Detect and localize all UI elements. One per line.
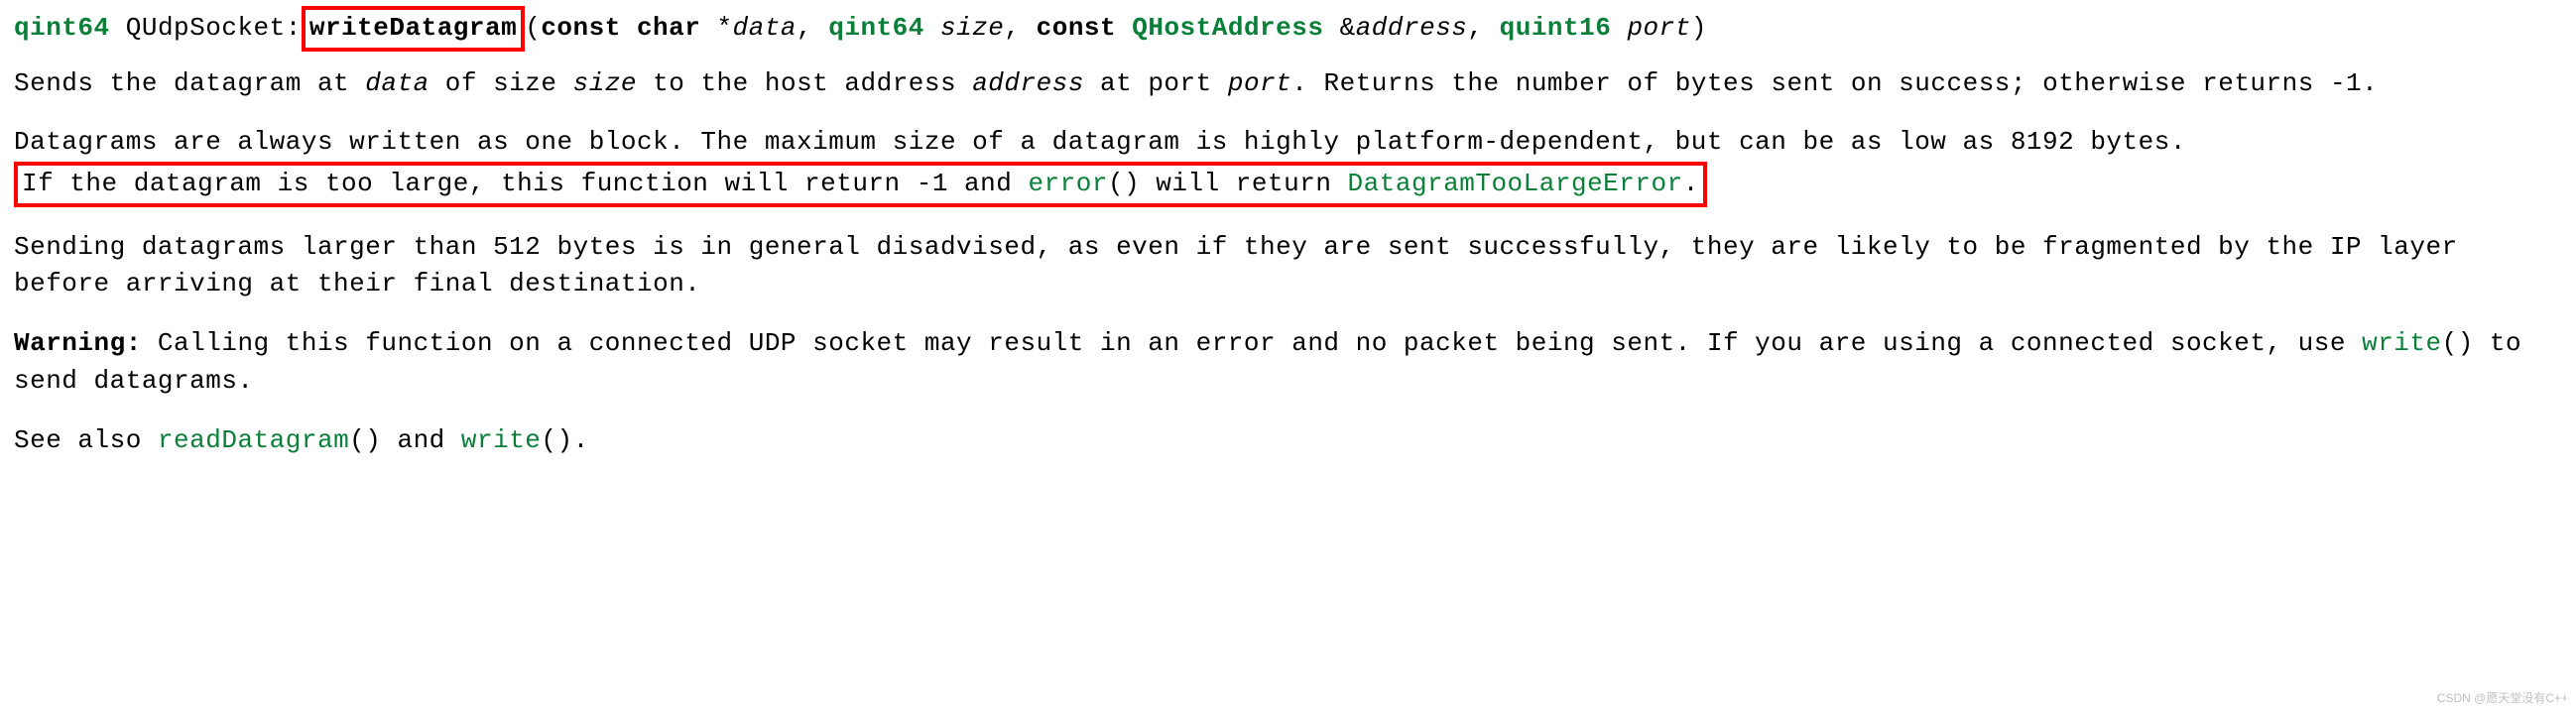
text: (). [541,425,588,455]
const-kw-1: const [541,13,621,43]
para-3: Sending datagrams larger than 512 bytes … [14,229,2562,303]
text: . Returns the number of bytes sent on su… [1291,68,2378,98]
para-4-warning: Warning: Calling this function on a conn… [14,325,2562,400]
ptr-op: * [716,13,732,43]
write-link-2[interactable]: write [461,425,542,455]
watermark: CSDN @愿天堂没有C++ [2437,690,2568,707]
param2-type: qint64 [828,13,924,43]
param3-name: address [1356,13,1468,43]
para-1: Sends the datagram at data of size size … [14,65,2562,103]
readdatagram-link[interactable]: readDatagram [158,425,349,455]
param-size: size [573,68,637,98]
const-kw-2: const [1037,13,1117,43]
para-5-see-also: See also readDatagram() and write(). [14,422,2562,460]
text: See also [14,425,158,455]
write-link-1[interactable]: write [2362,328,2442,358]
text: Datagrams are always written as one bloc… [14,127,2186,157]
paren-open: ( [525,13,541,43]
text: at port [1084,68,1228,98]
text: . [1683,169,1699,198]
param3-type-link[interactable]: QHostAddress [1132,13,1323,43]
text: Sends the datagram at [14,68,365,98]
method-name: writeDatagram [309,13,517,43]
param-port: port [1228,68,1291,98]
param-address: address [972,68,1084,98]
error-link[interactable]: error [1028,169,1108,198]
param1-type: char [637,13,700,43]
sep2: , [1004,13,1036,43]
param4-type: quint16 [1500,13,1612,43]
method-name-highlight: writeDatagram [302,6,525,52]
warning-label: Warning: [14,328,142,358]
param1-name: data [733,13,797,43]
text: () and [349,425,461,455]
return-type: qint64 [14,13,110,43]
doc-page: qint64 QUdpSocket:writeDatagram(const ch… [0,0,2576,479]
text: to the host address [637,68,972,98]
param2-name: size [940,13,1004,43]
text: of size [429,68,573,98]
text: Calling this function on a connected UDP… [142,328,2362,358]
sep1: , [797,13,828,43]
class-name: QUdpSocket [126,13,286,43]
datagram-too-large-error-link[interactable]: DatagramTooLargeError [1348,169,1683,198]
param-data: data [365,68,429,98]
para-2: Datagrams are always written as one bloc… [14,124,2562,206]
paren-close: ) [1691,13,1707,43]
text: If the datagram is too large, this funct… [22,169,1028,198]
param4-name: port [1627,13,1690,43]
sep3: , [1467,13,1499,43]
ref-op: & [1340,13,1356,43]
scope-op: : [286,13,302,43]
function-signature: qint64 QUdpSocket:writeDatagram(const ch… [14,6,2562,52]
text: () will return [1108,169,1348,198]
highlight-datagram-too-large: If the datagram is too large, this funct… [14,162,1707,207]
